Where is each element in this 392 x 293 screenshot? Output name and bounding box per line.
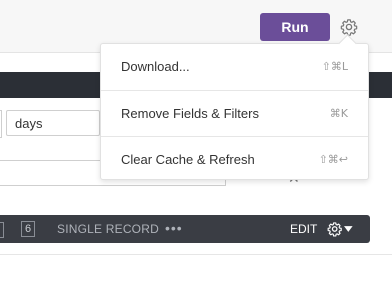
menu-item-download[interactable]: Download... ⇧⌘L (101, 44, 368, 89)
chevron-down-icon (344, 226, 353, 232)
period-unit-select[interactable]: days (6, 110, 100, 136)
menu-item-clear-cache-refresh[interactable]: Clear Cache & Refresh ⇧⌘↩ (101, 136, 368, 181)
menu-item-shortcut: ⇧⌘↩ (318, 152, 348, 166)
settings-dropdown-menu: Download... ⇧⌘L Remove Fields & Filters … (100, 34, 369, 181)
result-count: 6 (21, 221, 35, 237)
menu-item-label: Clear Cache & Refresh (121, 151, 255, 167)
view-mode-label[interactable]: SINGLE RECORD (57, 222, 159, 236)
gear-icon[interactable] (339, 17, 359, 37)
edit-button[interactable]: EDIT (290, 222, 317, 236)
menu-item-remove-fields-filters[interactable]: Remove Fields & Filters ⌘K (101, 90, 368, 135)
menu-item-label: Download... (121, 59, 190, 74)
menu-item-shortcut: ⇧⌘L (321, 60, 348, 73)
divider (0, 254, 392, 255)
gear-icon[interactable] (327, 221, 353, 237)
collapse-toggle[interactable] (0, 222, 4, 238)
run-button[interactable]: Run (260, 13, 330, 41)
results-bar: 6 SINGLE RECORD ••• EDIT (0, 215, 370, 243)
menu-item-shortcut: ⌘K (329, 106, 348, 120)
filter-input-partial[interactable] (0, 110, 2, 138)
more-options-icon[interactable]: ••• (165, 221, 183, 235)
period-unit-value: days (15, 115, 43, 131)
menu-item-label: Remove Fields & Filters (121, 105, 259, 121)
explore-page: Run days ✕ + 6 SINGLE RECORD ••• EDIT (0, 0, 392, 293)
